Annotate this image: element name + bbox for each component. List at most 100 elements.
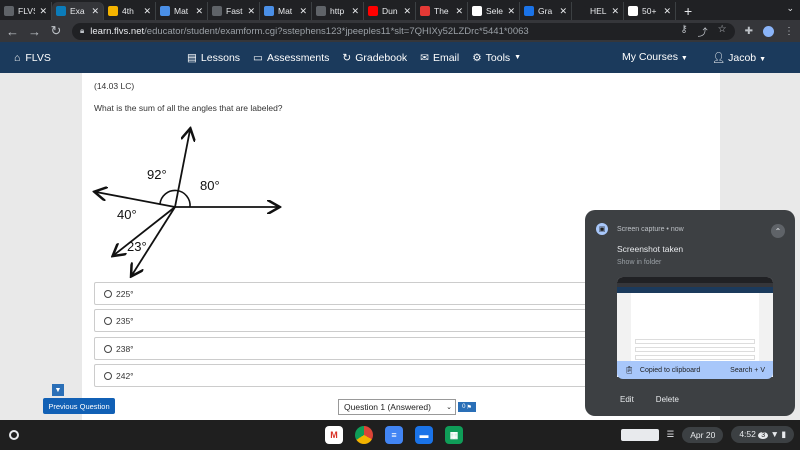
screen-capture-icon: ▣ bbox=[596, 223, 608, 235]
flag-button[interactable]: 0 ⚑ bbox=[458, 402, 476, 412]
nav-tools[interactable]: ⚙ Tools ▼ bbox=[472, 52, 521, 64]
refresh-icon: ↻ bbox=[342, 51, 352, 64]
tab-title: FLVS bbox=[18, 6, 35, 16]
laptop-icon: ▭ bbox=[253, 51, 263, 64]
browser-tab[interactable]: The ✕ bbox=[416, 2, 468, 20]
home-icon: ⌂ bbox=[14, 51, 21, 64]
user-icon: 👤︎ bbox=[711, 52, 726, 64]
close-tab-icon[interactable]: ✕ bbox=[663, 6, 671, 17]
address-bar[interactable]: 🔒︎ learn.flvs.net/educator/student/examf… bbox=[72, 22, 735, 40]
clipboard-bar: 📋︎ Copied to clipboard Search + V bbox=[617, 361, 773, 379]
tab-search-chevron-icon[interactable]: ⌄ bbox=[786, 3, 794, 14]
radio-button[interactable] bbox=[104, 316, 112, 325]
files-icon[interactable]: ▬ bbox=[415, 426, 433, 444]
close-tab-icon[interactable]: ✕ bbox=[247, 6, 255, 17]
nav-lessons[interactable]: ▤ Lessons bbox=[187, 52, 240, 64]
previous-question-button[interactable]: Previous Question bbox=[43, 398, 115, 414]
close-tab-icon[interactable]: ✕ bbox=[559, 6, 567, 17]
extensions-puzzle-icon[interactable]: ✚ bbox=[745, 26, 753, 37]
bookmark-star-icon[interactable]: ☆ bbox=[718, 24, 727, 39]
chrome-icon[interactable] bbox=[355, 426, 373, 444]
docs-icon[interactable]: ≡ bbox=[385, 426, 403, 444]
flag-icon: ⚑ bbox=[466, 404, 472, 411]
collapse-chevron-icon[interactable]: ⌃ bbox=[771, 224, 785, 238]
ray-left bbox=[96, 192, 176, 208]
hash-icon bbox=[576, 6, 586, 16]
nav-email[interactable]: ✉ Email bbox=[420, 52, 459, 64]
browser-tab[interactable]: 50+ ✕ bbox=[624, 2, 676, 20]
browser-tab[interactable]: Dun ✕ bbox=[364, 2, 416, 20]
browser-tab[interactable]: http ✕ bbox=[312, 2, 364, 20]
doc-icon bbox=[264, 6, 274, 16]
date-display[interactable]: Apr 20 bbox=[682, 426, 724, 443]
close-tab-icon[interactable]: ✕ bbox=[351, 6, 359, 17]
my-courses-dropdown[interactable]: My Courses ▼ bbox=[622, 51, 688, 64]
angle-label-40: 40° bbox=[117, 207, 137, 222]
show-in-folder-link[interactable]: Show in folder bbox=[617, 259, 661, 266]
lock-icon[interactable]: 🔒︎ bbox=[80, 26, 84, 36]
share-icon[interactable]: ⤴ bbox=[698, 24, 708, 39]
slides-icon bbox=[108, 6, 118, 16]
caret-down-icon: ▼ bbox=[680, 55, 688, 62]
os-shelf: M ≡ ▬ ▦ ☰ Apr 20 4:52 3 ▼ ▮ bbox=[0, 420, 800, 450]
clipboard-tray-icon[interactable]: ☰ bbox=[667, 429, 675, 440]
battery-icon: ▮ bbox=[781, 429, 786, 439]
question-select[interactable]: Question 1 (Answered) ⌄ bbox=[338, 399, 456, 415]
delete-button[interactable]: Delete bbox=[656, 395, 679, 404]
nav-assessments[interactable]: ▭ Assessments bbox=[253, 52, 329, 64]
close-tab-icon[interactable]: ✕ bbox=[455, 6, 463, 17]
browser-tab[interactable]: Gra ✕ bbox=[520, 2, 572, 20]
edit-button[interactable]: Edit bbox=[620, 395, 634, 404]
browser-tab[interactable]: Mat ✕ bbox=[260, 2, 312, 20]
browser-menu-icon[interactable]: ⋮ bbox=[784, 26, 794, 37]
tab-title: 4th bbox=[122, 6, 134, 16]
tab-title: 50+ bbox=[642, 6, 657, 16]
close-tab-icon[interactable]: ✕ bbox=[143, 6, 151, 17]
gear-icon: ⚙ bbox=[472, 51, 482, 64]
close-tab-icon[interactable]: ✕ bbox=[91, 6, 99, 17]
notification-title: Screenshot taken bbox=[617, 244, 684, 254]
tab-title: Mat bbox=[174, 6, 189, 16]
notification-meta: Screen capture • now bbox=[617, 226, 684, 233]
profile-avatar[interactable] bbox=[763, 25, 774, 37]
collapse-arrow-icon[interactable]: ▼ bbox=[52, 384, 64, 396]
tab-title: The bbox=[434, 6, 449, 16]
envelope-icon: ✉ bbox=[420, 51, 429, 64]
browser-tab[interactable]: 4th ✕ bbox=[104, 2, 156, 20]
url-host: learn.flvs.net bbox=[90, 25, 145, 37]
browser-tab[interactable]: HEL ✕ bbox=[572, 2, 624, 20]
holding-space-icon[interactable] bbox=[620, 428, 659, 441]
close-tab-icon[interactable]: ✕ bbox=[403, 6, 411, 17]
close-tab-icon[interactable]: ✕ bbox=[611, 6, 619, 17]
browser-toolbar: ← → ↻ 🔒︎ learn.flvs.net/educator/student… bbox=[0, 20, 800, 42]
browser-tab[interactable]: Fast ✕ bbox=[208, 2, 260, 20]
close-tab-icon[interactable]: ✕ bbox=[195, 6, 203, 17]
doc-icon bbox=[160, 6, 170, 16]
close-tab-icon[interactable]: ✕ bbox=[299, 6, 307, 17]
browser-tab[interactable]: FLVS ✕ bbox=[0, 2, 52, 20]
user-menu[interactable]: 👤︎ Jacob ▼ bbox=[712, 51, 766, 64]
radio-button[interactable] bbox=[104, 344, 112, 353]
reload-icon[interactable]: ↻ bbox=[50, 23, 62, 39]
new-tab-button[interactable]: + bbox=[676, 2, 700, 20]
radio-button[interactable] bbox=[104, 371, 112, 380]
close-tab-icon[interactable]: ✕ bbox=[507, 6, 515, 17]
status-area[interactable]: 4:52 3 ▼ ▮ bbox=[731, 426, 794, 443]
browser-tab[interactable]: Exa ✕ bbox=[52, 2, 104, 20]
classroom-icon[interactable]: ▦ bbox=[445, 426, 463, 444]
radio-button[interactable] bbox=[104, 289, 112, 298]
angle-label-92: 92° bbox=[147, 167, 167, 182]
gmail-icon[interactable]: M bbox=[325, 426, 343, 444]
home-link[interactable]: ⌂ FLVS bbox=[14, 52, 51, 64]
close-tab-icon[interactable]: ✕ bbox=[39, 6, 47, 17]
browser-tab[interactable]: Sele ✕ bbox=[468, 2, 520, 20]
browser-tab[interactable]: Mat ✕ bbox=[156, 2, 208, 20]
brand-label: FLVS bbox=[25, 51, 51, 64]
forward-arrow-icon[interactable]: → bbox=[28, 24, 41, 39]
tab-title: Exa bbox=[70, 6, 85, 16]
launcher-icon[interactable] bbox=[9, 430, 19, 440]
back-arrow-icon[interactable]: ← bbox=[6, 24, 19, 39]
key-icon[interactable]: ⚷ bbox=[680, 24, 687, 39]
tab-title: Sele bbox=[486, 6, 504, 16]
nav-gradebook[interactable]: ↻ Gradebook bbox=[342, 52, 407, 64]
